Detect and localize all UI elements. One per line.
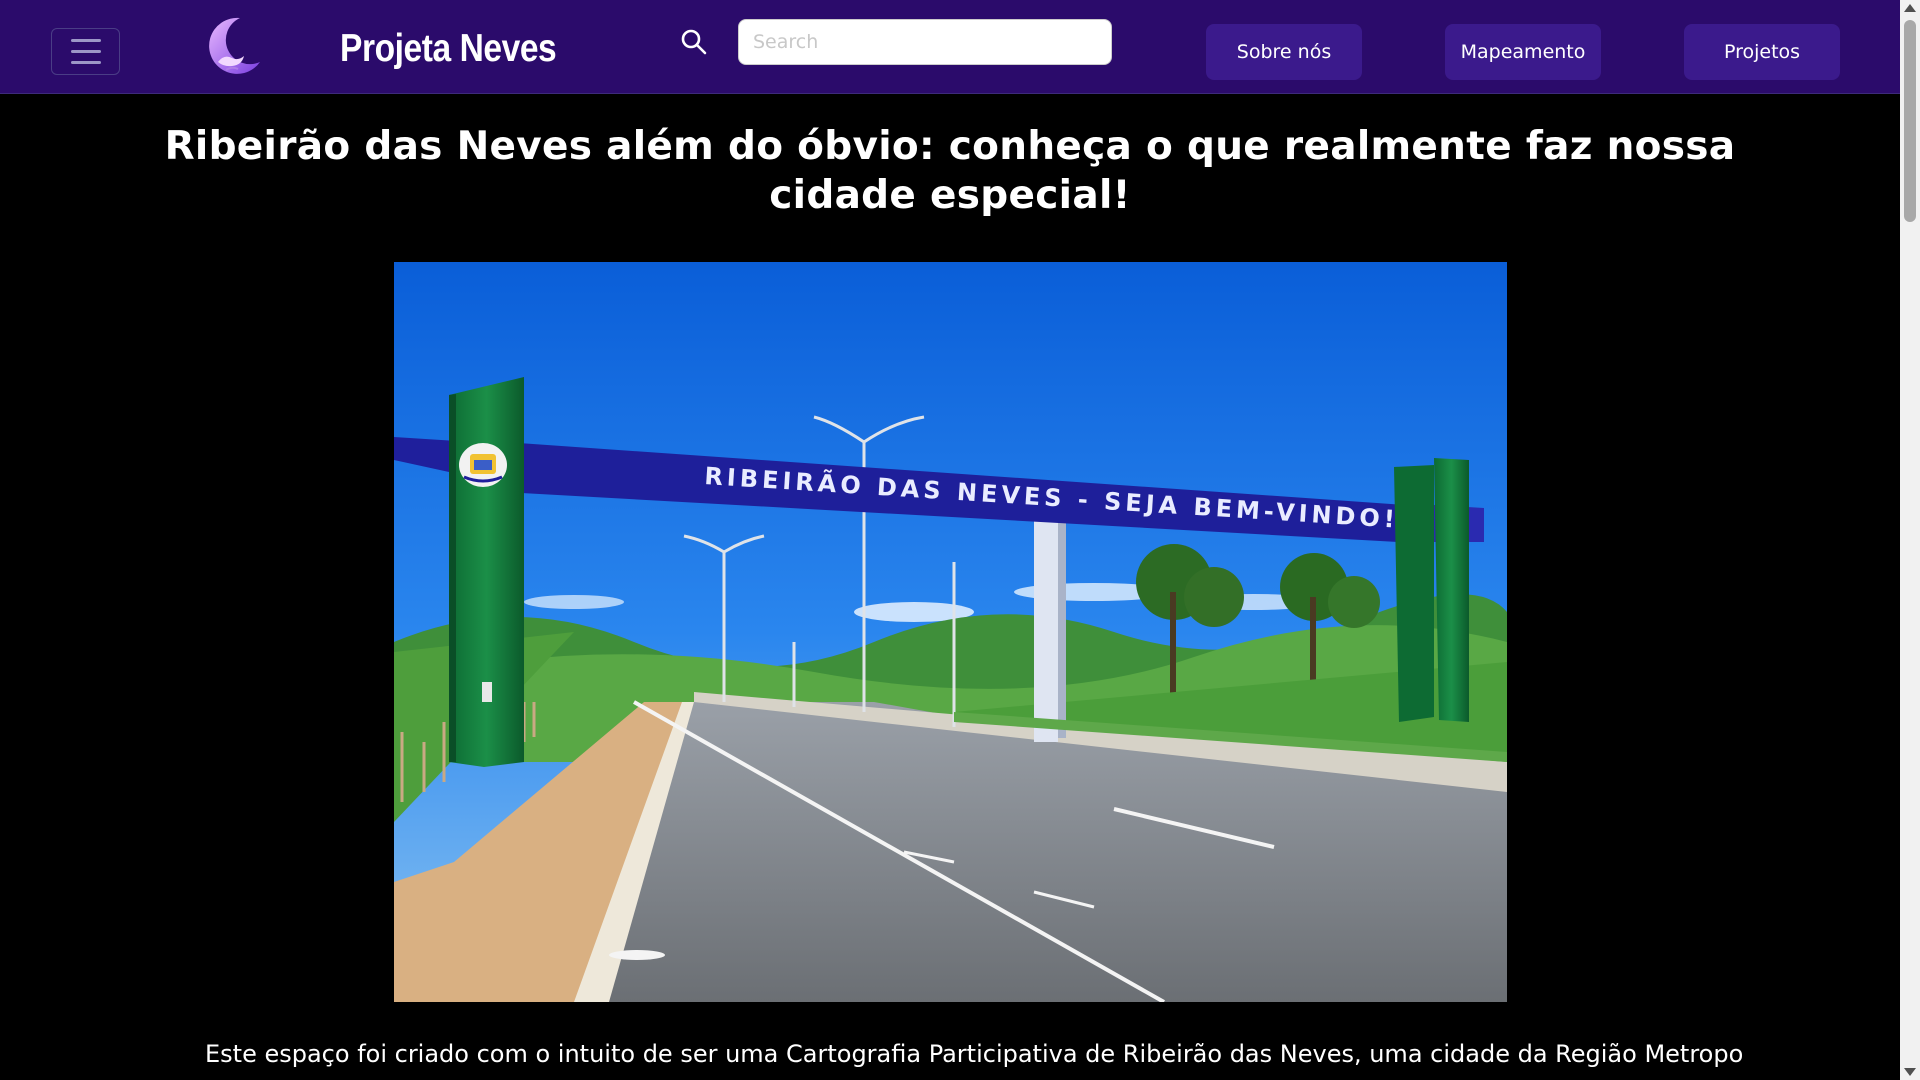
navbar: Projeta Neves Sobre nós Mapeamento Proje… [0, 0, 1900, 94]
page-scrollbar[interactable] [1900, 0, 1920, 1080]
moon-hands-logo[interactable] [196, 12, 266, 82]
hamburger-menu-icon[interactable] [51, 28, 120, 75]
intro-paragraph: Este espaço foi criado com o intuito de … [205, 1040, 1745, 1068]
scroll-down-arrow-icon[interactable] [1904, 1068, 1916, 1076]
page-title: Ribeirão das Neves além do óbvio: conheç… [164, 124, 1736, 218]
nav-projetos-button[interactable]: Projetos [1684, 24, 1840, 80]
nav-sobre-nos-button[interactable]: Sobre nós [1206, 24, 1362, 80]
search-icon[interactable] [680, 28, 708, 56]
scroll-up-arrow-icon[interactable] [1904, 4, 1916, 12]
brand-title[interactable]: Projeta Neves [340, 27, 557, 71]
nav-mapeamento-button[interactable]: Mapeamento [1445, 24, 1601, 80]
hero-image: RIBEIRÃO DAS NEVES - SEJA BEM-VINDO! [394, 262, 1507, 1002]
search-input[interactable] [738, 19, 1112, 65]
coat-of-arms-icon [459, 443, 507, 487]
scroll-thumb[interactable] [1904, 20, 1916, 222]
